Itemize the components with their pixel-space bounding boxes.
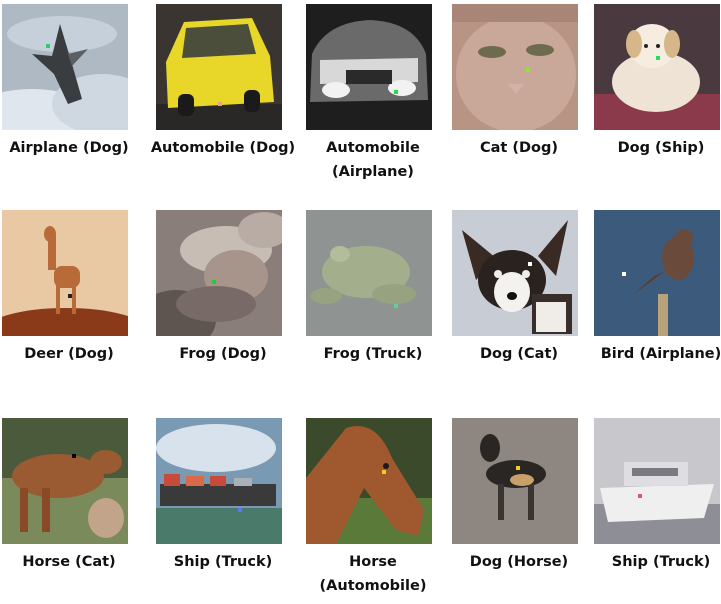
perturbed-pixel-marker — [212, 280, 216, 284]
image-caption: Automobile (Dog) — [150, 140, 296, 156]
image-airplane-over-clouds — [2, 4, 128, 130]
perturbed-pixel-marker — [218, 102, 222, 106]
image-bird-on-branch — [594, 210, 720, 336]
perturbed-pixel-marker — [394, 304, 398, 308]
image-caption: Automobile (Airplane) — [326, 140, 420, 180]
perturbed-pixel-marker — [72, 454, 76, 458]
adversarial-examples-grid: { "captions": [ ["Airplane (Dog)", "Auto… — [0, 0, 721, 604]
perturbed-pixel-marker — [622, 272, 626, 276]
image-caption: Ship (Truck) — [611, 554, 711, 570]
image-caption: Dog (Horse) — [469, 554, 569, 570]
perturbed-pixel-marker — [394, 90, 398, 94]
image-caption: Dog (Ship) — [617, 140, 705, 156]
image-caption: Airplane (Dog) — [9, 140, 129, 156]
image-frog-blurry — [156, 210, 282, 336]
perturbed-pixel-marker — [656, 56, 660, 60]
perturbed-pixel-marker — [238, 508, 242, 512]
perturbed-pixel-marker — [46, 44, 50, 48]
image-black-dog-standing — [452, 418, 578, 544]
image-caption: Horse (Automobile) — [319, 554, 427, 594]
image-caption: Deer (Dog) — [24, 346, 114, 362]
perturbed-pixel-marker — [526, 68, 530, 72]
image-silver-car-front — [306, 4, 432, 130]
image-yellow-taxi — [156, 4, 282, 130]
image-cat-face-closeup — [452, 4, 578, 130]
image-horse-head — [306, 418, 432, 544]
perturbed-pixel-marker — [528, 262, 532, 266]
image-caption: Bird (Airplane) — [600, 346, 721, 362]
image-frog-gray — [306, 210, 432, 336]
image-caption: Frog (Truck) — [323, 346, 423, 362]
image-deer-standing — [2, 210, 128, 336]
image-caption: Frog (Dog) — [179, 346, 267, 362]
image-cargo-ship — [156, 418, 282, 544]
image-small-white-dog — [594, 4, 720, 130]
image-caption: Ship (Truck) — [173, 554, 273, 570]
perturbed-pixel-marker — [68, 294, 72, 298]
perturbed-pixel-marker — [638, 494, 642, 498]
image-caption: Dog (Cat) — [479, 346, 559, 362]
image-caption: Cat (Dog) — [479, 140, 559, 156]
image-white-boat — [594, 418, 720, 544]
perturbed-pixel-marker — [516, 466, 520, 470]
image-brown-horse-with-foal — [2, 418, 128, 544]
image-caption: Horse (Cat) — [22, 554, 116, 570]
image-chihuahua-dog — [452, 210, 578, 336]
perturbed-pixel-marker — [382, 470, 386, 474]
